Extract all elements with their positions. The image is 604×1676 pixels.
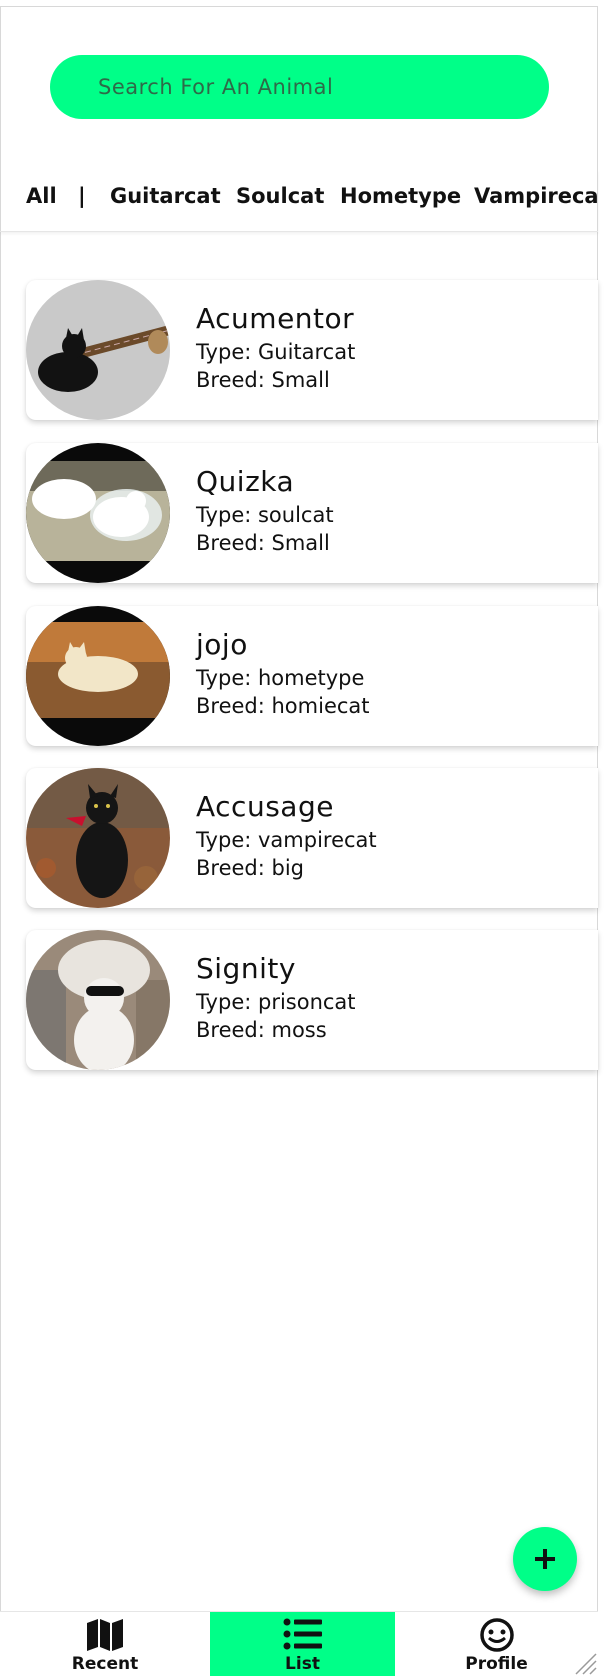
pet-name: jojo [196,628,248,661]
pet-type: Type: prisoncat [196,990,356,1014]
list-icon [283,1618,322,1650]
nav-label: List [285,1654,320,1674]
nav-label: Recent [71,1654,139,1674]
filter-divider: | [78,184,86,208]
pet-card[interactable]: Signity Type: prisoncat Breed: moss [26,930,598,1070]
filter-vampirecat[interactable]: Vampirecat [474,184,598,208]
nav-recent[interactable]: Recent [0,1612,210,1676]
pet-name: Quizka [196,465,295,498]
pet-breed: Breed: Small [196,531,330,555]
pet-photo [26,768,170,908]
filter-soulcat[interactable]: Soulcat [236,184,324,208]
pet-card[interactable]: Accusage Type: vampirecat Breed: big [26,768,598,908]
pet-name: Acumentor [196,302,355,335]
pet-type: Type: hometype [196,666,365,690]
pet-breed: Breed: big [196,856,304,880]
face-icon [479,1618,514,1652]
pet-type: Type: Guitarcat [196,340,356,364]
pet-name: Accusage [196,790,334,823]
add-pet-button[interactable] [513,1527,577,1591]
pet-card[interactable]: Acumentor Type: Guitarcat Breed: Small [26,280,598,420]
pet-card[interactable]: jojo Type: hometype Breed: homiecat [26,606,598,746]
filter-all[interactable]: All [26,184,57,208]
nav-profile[interactable]: Profile [395,1612,598,1676]
filter-guitarcat[interactable]: Guitarcat [110,184,221,208]
pet-breed: Breed: moss [196,1018,327,1042]
filter-hometype[interactable]: Hometype [340,184,461,208]
pet-photo [26,930,170,1070]
pet-photo [26,606,170,746]
pet-card[interactable]: Quizka Type: soulcat Breed: Small [26,443,598,583]
search-input[interactable] [50,55,549,119]
pet-photo [26,280,170,420]
pet-photo [26,443,170,583]
nav-list[interactable]: List [210,1612,395,1676]
nav-label: Profile [465,1654,528,1674]
map-icon [87,1619,123,1651]
resize-grip-icon[interactable] [572,1650,598,1676]
bottom-navigation: Recent List Profile [0,1611,598,1676]
pet-name: Signity [196,952,296,985]
pet-type: Type: soulcat [196,503,334,527]
category-filter-bar: All | Guitarcat Soulcat Hometype Vampire… [0,170,598,232]
pet-breed: Breed: homiecat [196,694,370,718]
pet-breed: Breed: Small [196,368,330,392]
plus-icon [535,1549,555,1569]
pet-type: Type: vampirecat [196,828,377,852]
